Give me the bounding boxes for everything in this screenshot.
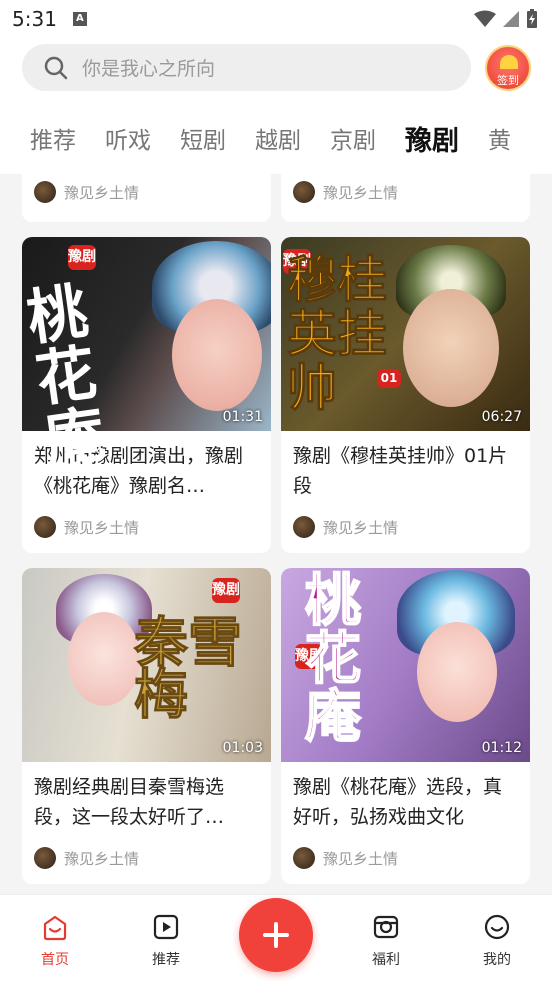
nav-mine-label: 我的: [483, 952, 511, 968]
nav-recommend-label: 推荐: [152, 952, 180, 968]
avatar: [34, 847, 56, 869]
avatar: [34, 516, 56, 538]
play-video-icon: [153, 914, 179, 940]
status-icons: [474, 9, 538, 29]
search-bar[interactable]: 你是我心之所向: [22, 44, 471, 91]
card-author: 豫见乡土情: [22, 178, 271, 206]
author-name: 豫见乡土情: [64, 518, 140, 537]
add-button[interactable]: [239, 898, 313, 972]
author-name: 豫见乡土情: [64, 849, 140, 868]
episode-badge: 01: [377, 369, 401, 388]
video-card[interactable]: 豫见乡土情: [281, 174, 530, 222]
thumbnail-title-text: 桃花庵: [304, 568, 362, 750]
video-card[interactable]: 豫剧 秦雪梅 01:03 豫剧经典剧目秦雪梅选段，这一段太好听了… 豫见乡土情: [22, 568, 271, 884]
nav-welfare[interactable]: 福利: [351, 913, 421, 969]
tab-recommend[interactable]: 推荐: [30, 121, 76, 155]
category-tabs: 推荐 听戏 短剧 越剧 京剧 豫剧 黄: [0, 114, 552, 162]
tab-peking-opera[interactable]: 京剧: [330, 121, 376, 155]
tab-listen[interactable]: 听戏: [105, 121, 151, 155]
nav-home[interactable]: 首页: [20, 913, 90, 969]
status-bar: 5:31 A: [0, 0, 552, 38]
thumbnail-title-text: 穆桂英挂帅: [287, 250, 388, 417]
video-duration: 01:31: [222, 409, 263, 425]
search-placeholder: 你是我心之所向: [82, 58, 216, 80]
smile-icon: [484, 914, 510, 940]
video-duration: 01:12: [481, 740, 522, 756]
bottom-nav: 首页 推荐 福利 我的: [0, 894, 552, 981]
video-card[interactable]: 豫见乡土情: [22, 174, 271, 222]
tab-huangmei[interactable]: 黄: [488, 121, 511, 155]
video-card[interactable]: 豫剧 桃花庵 01:31 郑州市豫剧团演出，豫剧《桃花庵》豫剧名… 豫见乡土情: [22, 237, 271, 553]
actor-face-image: [417, 622, 497, 722]
video-duration: 01:03: [222, 740, 263, 756]
nav-mine[interactable]: 我的: [462, 913, 532, 969]
sun-icon: [500, 55, 518, 69]
signal-icon: [503, 11, 519, 27]
card-author: 豫见乡土情: [22, 513, 271, 541]
wifi-icon: [474, 10, 496, 27]
avatar: [293, 516, 315, 538]
video-thumbnail[interactable]: 豫剧 桃花庵 01:12: [281, 568, 530, 762]
status-time: 5:31: [12, 7, 57, 31]
video-feed: 豫见乡土情 豫见乡土情 豫剧 桃花庵 01:31 郑州市豫剧团演出，豫剧《桃花庵…: [0, 174, 552, 894]
card-author: 豫见乡土情: [281, 513, 530, 541]
actor-face-image: [403, 289, 499, 407]
avatar: [293, 181, 315, 203]
signin-label: 签到: [497, 74, 519, 87]
video-card[interactable]: 豫剧 穆桂英挂帅 01 06:27 豫剧《穆桂英挂帅》01片段 豫见乡土情: [281, 237, 530, 553]
avatar: [293, 847, 315, 869]
video-thumbnail[interactable]: 豫剧 秦雪梅 01:03: [22, 568, 271, 762]
author-name: 豫见乡土情: [323, 518, 399, 537]
accessibility-icon: A: [72, 12, 87, 26]
thumbnail-title-text: 秦雪梅: [134, 610, 243, 726]
author-name: 豫见乡土情: [64, 183, 140, 202]
card-author: 豫见乡土情: [281, 178, 530, 206]
tab-yue-opera[interactable]: 越剧: [255, 121, 301, 155]
actor-face-image: [172, 299, 262, 411]
nav-welfare-label: 福利: [372, 952, 400, 968]
tab-short-drama[interactable]: 短剧: [180, 121, 226, 155]
nav-home-label: 首页: [41, 952, 69, 968]
app-screen: 5:31 A 你是我心之所向 签到 推荐 听戏 短剧 越剧 京剧 豫剧 黄 豫见…: [0, 0, 552, 981]
video-thumbnail[interactable]: 豫剧 穆桂英挂帅 01 06:27: [281, 237, 530, 431]
battery-icon: [527, 9, 537, 28]
home-icon: [43, 915, 67, 941]
welfare-icon: [373, 915, 399, 939]
genre-badge: 豫剧: [68, 245, 96, 270]
tab-yu-opera[interactable]: 豫剧: [405, 119, 459, 158]
video-title: 豫剧经典剧目秦雪梅选段，这一段太好听了…: [34, 776, 225, 828]
author-name: 豫见乡土情: [323, 849, 399, 868]
search-icon: [44, 56, 68, 79]
video-title: 豫剧《桃花庵》选段，真好听，弘扬戏曲文化: [293, 776, 503, 828]
nav-recommend[interactable]: 推荐: [131, 913, 201, 969]
genre-badge: 豫剧: [212, 578, 240, 603]
video-card[interactable]: 豫剧 桃花庵 01:12 豫剧《桃花庵》选段，真好听，弘扬戏曲文化 豫见乡土情: [281, 568, 530, 884]
card-author: 豫见乡土情: [22, 844, 271, 872]
header: 你是我心之所向 签到 推荐 听戏 短剧 越剧 京剧 豫剧 黄: [0, 38, 552, 174]
author-name: 豫见乡土情: [323, 183, 399, 202]
avatar: [34, 181, 56, 203]
card-author: 豫见乡土情: [281, 844, 530, 872]
actor-face-image: [68, 612, 140, 706]
signin-button[interactable]: 签到: [485, 45, 531, 91]
video-thumbnail[interactable]: 豫剧 桃花庵 01:31: [22, 237, 271, 477]
video-duration: 06:27: [481, 409, 522, 425]
video-title: 豫剧《穆桂英挂帅》01片段: [293, 445, 508, 497]
